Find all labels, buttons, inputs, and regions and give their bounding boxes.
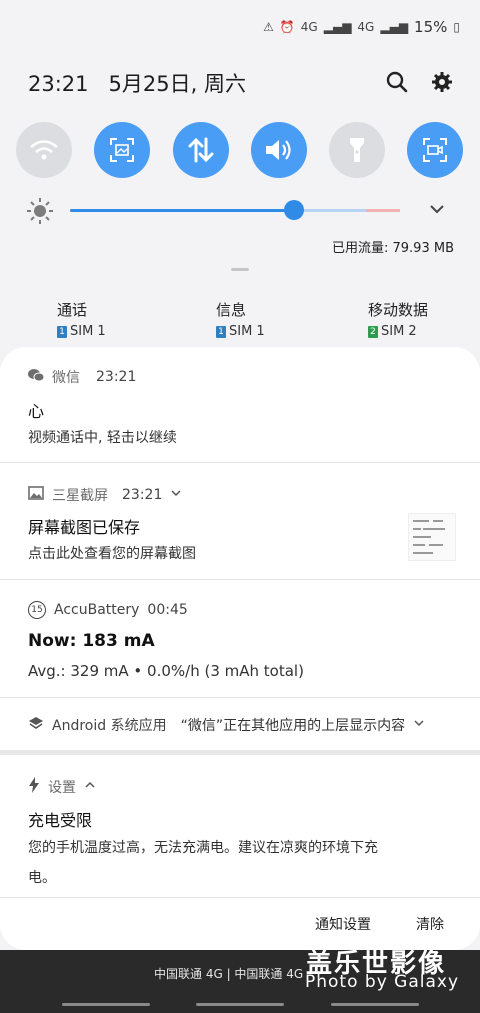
sync-icon: ⚠ bbox=[263, 20, 274, 34]
nav-bar-back[interactable] bbox=[62, 1003, 150, 1006]
notification-wechat[interactable]: 微信 23:21 心 视频通话中, 轻击以继续 bbox=[0, 347, 480, 462]
notification-time: 23:21 bbox=[122, 487, 163, 503]
brightness-slider-fill bbox=[70, 209, 294, 212]
app-name: AccuBattery bbox=[54, 602, 140, 618]
battery-level: 15% bbox=[414, 18, 448, 36]
nav-bar-home[interactable] bbox=[196, 1003, 284, 1006]
notification-panel: 微信 23:21 心 视频通话中, 轻击以继续 三星截屏 23:21 屏幕截图已… bbox=[0, 347, 480, 950]
notification-body-line1: 您的手机温度过高，无法充满电。建议在凉爽的环境下充 bbox=[28, 840, 378, 856]
network-4g-2: 4G bbox=[357, 20, 375, 34]
status-bar: ⚠ ⏰ 4G ▂▄▆ 4G ▂▄▆ 15% ▯ bbox=[263, 18, 460, 36]
notification-accubattery[interactable]: 15 AccuBattery 00:45 Now: 183 mA Avg.: 3… bbox=[0, 580, 480, 697]
search-icon[interactable] bbox=[383, 68, 411, 96]
notification-title: 心 bbox=[28, 402, 45, 421]
signal-icon: ▂▄▆ bbox=[323, 20, 352, 34]
data-usage-text: 已用流量: 79.93 MB bbox=[332, 241, 454, 256]
sim-pref-label: 信息 bbox=[216, 301, 247, 319]
sim-pref-label: 移动数据 bbox=[368, 301, 429, 319]
sim-pref-calls[interactable]: 通话 1 SIM 1 bbox=[57, 299, 106, 339]
battery-icon: ▯ bbox=[453, 20, 460, 34]
network-4g-1: 4G bbox=[300, 20, 318, 34]
drag-handle[interactable] bbox=[231, 268, 249, 271]
sim-pref-messages[interactable]: 信息 1 SIM 1 bbox=[216, 299, 265, 339]
brightness-slider-high bbox=[366, 209, 400, 212]
bolt-icon bbox=[28, 777, 40, 797]
sim-badge: 1 bbox=[216, 325, 226, 338]
notification-body: “微信”正在其他应用的上层显示内容 bbox=[180, 718, 406, 734]
sound-icon bbox=[266, 140, 291, 160]
wifi-toggle[interactable] bbox=[16, 122, 72, 178]
layers-icon bbox=[28, 716, 44, 734]
app-name: 微信 bbox=[52, 370, 80, 386]
brightness-icon bbox=[26, 197, 54, 229]
alarm-icon: ⏰ bbox=[279, 20, 295, 34]
mobile-data-toggle[interactable] bbox=[173, 122, 229, 178]
flashlight-icon bbox=[350, 138, 364, 162]
sim-pref-label: 通话 bbox=[57, 301, 88, 319]
notification-title: Now: 183 mA bbox=[28, 631, 155, 651]
notification-time: 23:21 bbox=[96, 369, 137, 385]
screen-record-toggle[interactable] bbox=[407, 122, 463, 178]
wechat-icon bbox=[28, 368, 45, 386]
notification-title: 屏幕截图已保存 bbox=[28, 518, 141, 537]
notification-settings[interactable]: 设置 充电受限 您的手机温度过高，无法充满电。建议在凉爽的环境下充 电。 bbox=[0, 755, 480, 897]
notification-screenshot[interactable]: 三星截屏 23:21 屏幕截图已保存 点击此处查看您的屏幕截图 bbox=[0, 463, 480, 579]
brightness-slider-knob[interactable] bbox=[284, 200, 304, 220]
notification-android-system[interactable]: Android 系统应用 “微信”正在其他应用的上层显示内容 bbox=[0, 698, 480, 750]
chevron-down-icon[interactable] bbox=[170, 487, 182, 503]
notification-body-line2: 电。 bbox=[28, 870, 56, 886]
image-icon bbox=[28, 486, 44, 504]
sim-badge: 1 bbox=[57, 325, 67, 338]
chevron-down-icon[interactable] bbox=[413, 717, 425, 733]
sim-pref-value: SIM 1 bbox=[229, 324, 265, 339]
app-name: 设置 bbox=[48, 780, 76, 796]
chevron-down-icon[interactable] bbox=[428, 200, 446, 222]
chevron-up-icon[interactable] bbox=[84, 779, 96, 795]
sim-pref-value: SIM 2 bbox=[381, 324, 417, 339]
data-transfer-icon bbox=[188, 137, 214, 163]
screenshot-thumbnail[interactable] bbox=[408, 513, 456, 561]
sim-pref-mobile-data[interactable]: 移动数据 2 SIM 2 bbox=[368, 299, 428, 339]
app-name: 三星截屏 bbox=[52, 488, 108, 504]
sim-pref-value: SIM 1 bbox=[70, 324, 106, 339]
divider bbox=[0, 897, 480, 898]
notification-settings-button[interactable]: 通知设置 bbox=[315, 914, 371, 934]
wifi-icon bbox=[30, 140, 58, 160]
sound-toggle[interactable] bbox=[251, 122, 307, 178]
flashlight-toggle[interactable] bbox=[329, 122, 385, 178]
gear-icon[interactable] bbox=[428, 68, 456, 96]
watermark-en: Photo by Galaxy bbox=[305, 972, 460, 992]
notification-time: 00:45 bbox=[147, 602, 188, 618]
accubattery-icon: 15 bbox=[28, 601, 46, 619]
nav-bar-recents[interactable] bbox=[331, 1003, 419, 1006]
screen-record-icon bbox=[423, 138, 447, 162]
date-time: 23:21 5月25日, 周六 bbox=[28, 72, 246, 96]
brightness-slider-range bbox=[294, 209, 366, 212]
notification-body: 点击此处查看您的屏幕截图 bbox=[28, 546, 196, 562]
notification-body: Avg.: 329 mA • 0.0%/h (3 mAh total) bbox=[28, 662, 304, 680]
notification-body: 视频通话中, 轻击以继续 bbox=[28, 430, 177, 446]
carrier-text: 中国联通 4G | 中国联通 4G bbox=[154, 967, 304, 981]
app-name: Android 系统应用 bbox=[52, 718, 167, 734]
screenshot-toggle[interactable] bbox=[94, 122, 150, 178]
screenshot-icon bbox=[110, 138, 134, 162]
sim-badge: 2 bbox=[368, 325, 378, 338]
clear-button[interactable]: 清除 bbox=[416, 914, 444, 934]
signal-icon: ▂▄▆ bbox=[380, 20, 409, 34]
notification-title: 充电受限 bbox=[28, 811, 93, 830]
